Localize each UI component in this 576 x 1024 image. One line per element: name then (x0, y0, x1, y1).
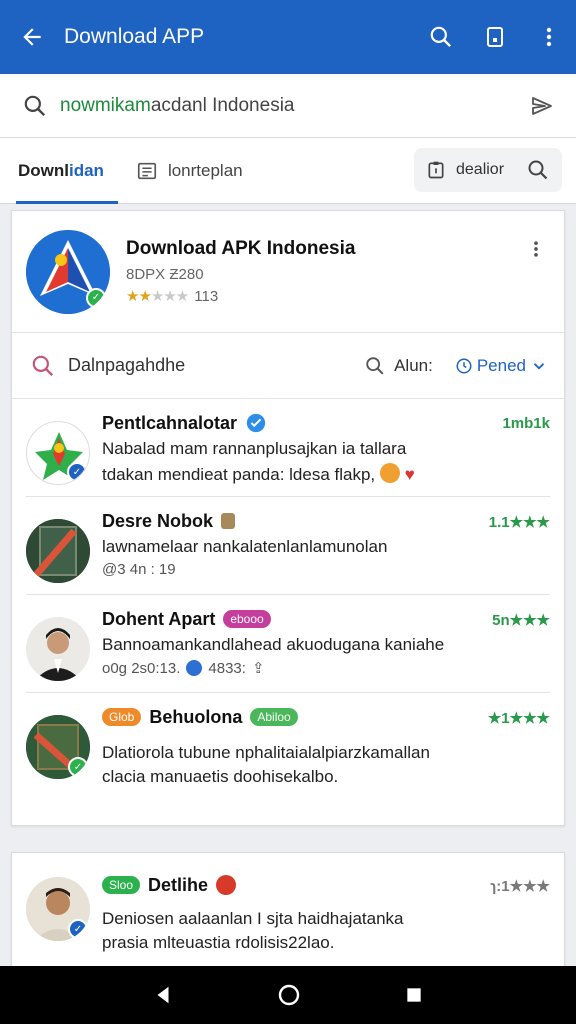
search-button[interactable] (414, 0, 468, 74)
search-bar[interactable]: nowmikamacdanl Indonesia (0, 74, 576, 138)
item-name: Dohent Apart (102, 608, 216, 629)
heart-icon: ♥ (404, 465, 415, 484)
search-input[interactable]: nowmikamacdanl Indonesia (60, 95, 530, 117)
search-query-rest: acdanl Indonesia (150, 94, 295, 116)
share-icon: ⇪ (251, 660, 265, 677)
tag-badge: Sloo (102, 876, 141, 894)
status-badge: ebooo (223, 610, 271, 628)
tab-download-label-a: Downl (18, 160, 69, 180)
tag-badge: Glob (102, 708, 142, 726)
search-icon (24, 95, 46, 116)
clipboard-icon (428, 161, 444, 179)
app-name: Download APK Indonesia (126, 238, 356, 259)
item-rating: 1mb1k (502, 415, 550, 432)
item-text: Deniosen aalaanlan I sjta haidhajatanka (102, 909, 404, 928)
badge-icon (216, 875, 237, 895)
item-name: Pentlcahnalotar (102, 412, 238, 433)
tab-download[interactable]: Downl idan (0, 138, 122, 204)
item-text: tdakan mendieat panda: ldesa flakp, ♥ (102, 463, 550, 485)
sort-label: Alun: (394, 356, 433, 375)
list-icon (137, 162, 157, 179)
bookmark-icon (487, 27, 503, 47)
list-item[interactable]: ✓ Sloo Detlihe Deniosen aalaanlan I sjta… (26, 853, 550, 981)
tab-bar: Downl idan lonrteplan dealior (0, 138, 576, 204)
tab-download-label-b: idan (69, 160, 104, 180)
more-vert-icon (534, 241, 538, 257)
dealer-search-button[interactable]: dealior (414, 148, 562, 192)
app-header[interactable]: ✓ Download APK Indonesia 8DPX Ƶ280 ★★★★★… (12, 211, 564, 333)
status-badge: Abiloo (250, 708, 298, 726)
avatar (26, 617, 90, 681)
item-text-2: tdakan mendieat panda: ldesa flakp, (102, 465, 376, 484)
send-icon[interactable] (530, 94, 554, 118)
globe-icon (186, 660, 203, 676)
clock-icon (456, 358, 472, 374)
verified-badge-icon: ✓ (67, 462, 87, 482)
sort-dropdown[interactable]: Pened (455, 356, 548, 376)
verified-badge-icon: ✓ (68, 919, 88, 939)
search-icon (528, 160, 548, 180)
item-meta: o0g 2s0:13. 4833: ⇪ (102, 659, 550, 678)
home-circle-icon[interactable] (277, 983, 301, 1007)
item-meta: @3 4n : 19 (102, 561, 176, 578)
list-item[interactable]: ✓ Glob Behuolona Abiloo Dlatiorola tubun… (26, 693, 550, 791)
rating-count: 113 (194, 287, 219, 305)
item-text: clacia manuaetis doohisekalbo. (102, 767, 339, 786)
recents-square-icon[interactable] (404, 985, 424, 1005)
tab-template-label: lonrteplan (167, 160, 243, 180)
bookmark-button[interactable] (468, 0, 522, 74)
verified-badge-icon: ✓ (68, 757, 88, 777)
app-rating: ★★★★★ 113 (126, 287, 355, 306)
item-meta-time: 4833: (208, 659, 246, 677)
back-button[interactable] (0, 0, 64, 74)
page-title: Download APP (64, 25, 205, 48)
app-subtitle: 8DPX Ƶ280 (126, 266, 204, 283)
item-text: Bannoamankandlahead akuodugana kaniahe (102, 635, 445, 654)
item-name: Behuolona (149, 706, 243, 727)
item-text: Dlatiorola tubune nphalitaialalpiarzkama… (102, 743, 430, 762)
arrow-left-icon (23, 28, 41, 46)
item-text: lawnamelaar nankalatenlanlamunolan (102, 537, 388, 556)
chevron-down-icon (533, 363, 545, 370)
search-query-prefix: nowmikam (60, 94, 151, 116)
item-rating: 5n★★★ (492, 612, 550, 629)
item-meta-date: o0g 2s0:13. (102, 659, 181, 677)
back-triangle-icon[interactable] (152, 984, 174, 1006)
avatar: ✓ (26, 421, 90, 485)
avatar: ✓ (26, 715, 90, 779)
sort-value: Pened (476, 356, 526, 375)
filter-bar: Dalnpagahdhe Alun: Pened (12, 333, 564, 399)
tab-template[interactable]: lonrteplan (136, 160, 243, 182)
post-card[interactable]: ✓ Sloo Detlihe Deniosen aalaanlan I sjta… (11, 852, 565, 982)
verified-badge-icon: ✓ (86, 287, 106, 308)
item-rating: ɿ:1★★★ (490, 878, 550, 895)
app-menu-button[interactable] (522, 235, 550, 263)
avatar: ✓ (26, 877, 90, 941)
system-nav-bar (0, 966, 576, 1024)
lock-icon (221, 513, 236, 529)
more-options-button[interactable] (522, 0, 576, 74)
item-text: Nabalad mam rannanplusajkan ia tallara (102, 439, 407, 458)
search-icon (32, 355, 54, 376)
search-icon (430, 26, 452, 48)
app-bar: Download APP (0, 0, 576, 74)
dealer-button-label: dealior (456, 161, 505, 178)
filter-input[interactable]: Dalnpagahdhe (68, 355, 185, 376)
search-icon (366, 357, 384, 375)
item-name: Detlihe (148, 874, 209, 895)
verified-icon (246, 413, 266, 433)
star-rating-icon: ★★★★★ (126, 288, 189, 305)
avatar (26, 519, 90, 583)
item-text: prasia mlteuastia rdolisis22lao. (102, 933, 335, 952)
list-item[interactable]: Desre Nobok lawnamelaar nankalatenlanlam… (26, 497, 550, 595)
item-name: Desre Nobok (102, 510, 214, 531)
app-logo: ✓ (26, 229, 110, 314)
list-item[interactable]: Dohent Apart ebooo Bannoamankandlahead a… (26, 595, 550, 693)
emoji-face-icon (379, 463, 400, 483)
app-card: ✓ Download APK Indonesia 8DPX Ƶ280 ★★★★★… (11, 210, 565, 826)
more-vert-icon (546, 27, 552, 47)
item-rating: 1.1★★★ (488, 514, 550, 531)
list-item[interactable]: ✓ Pentlcahnalotar Nabalad mam rannanplus… (26, 399, 550, 497)
item-rating: ★1★★★ (487, 710, 550, 727)
